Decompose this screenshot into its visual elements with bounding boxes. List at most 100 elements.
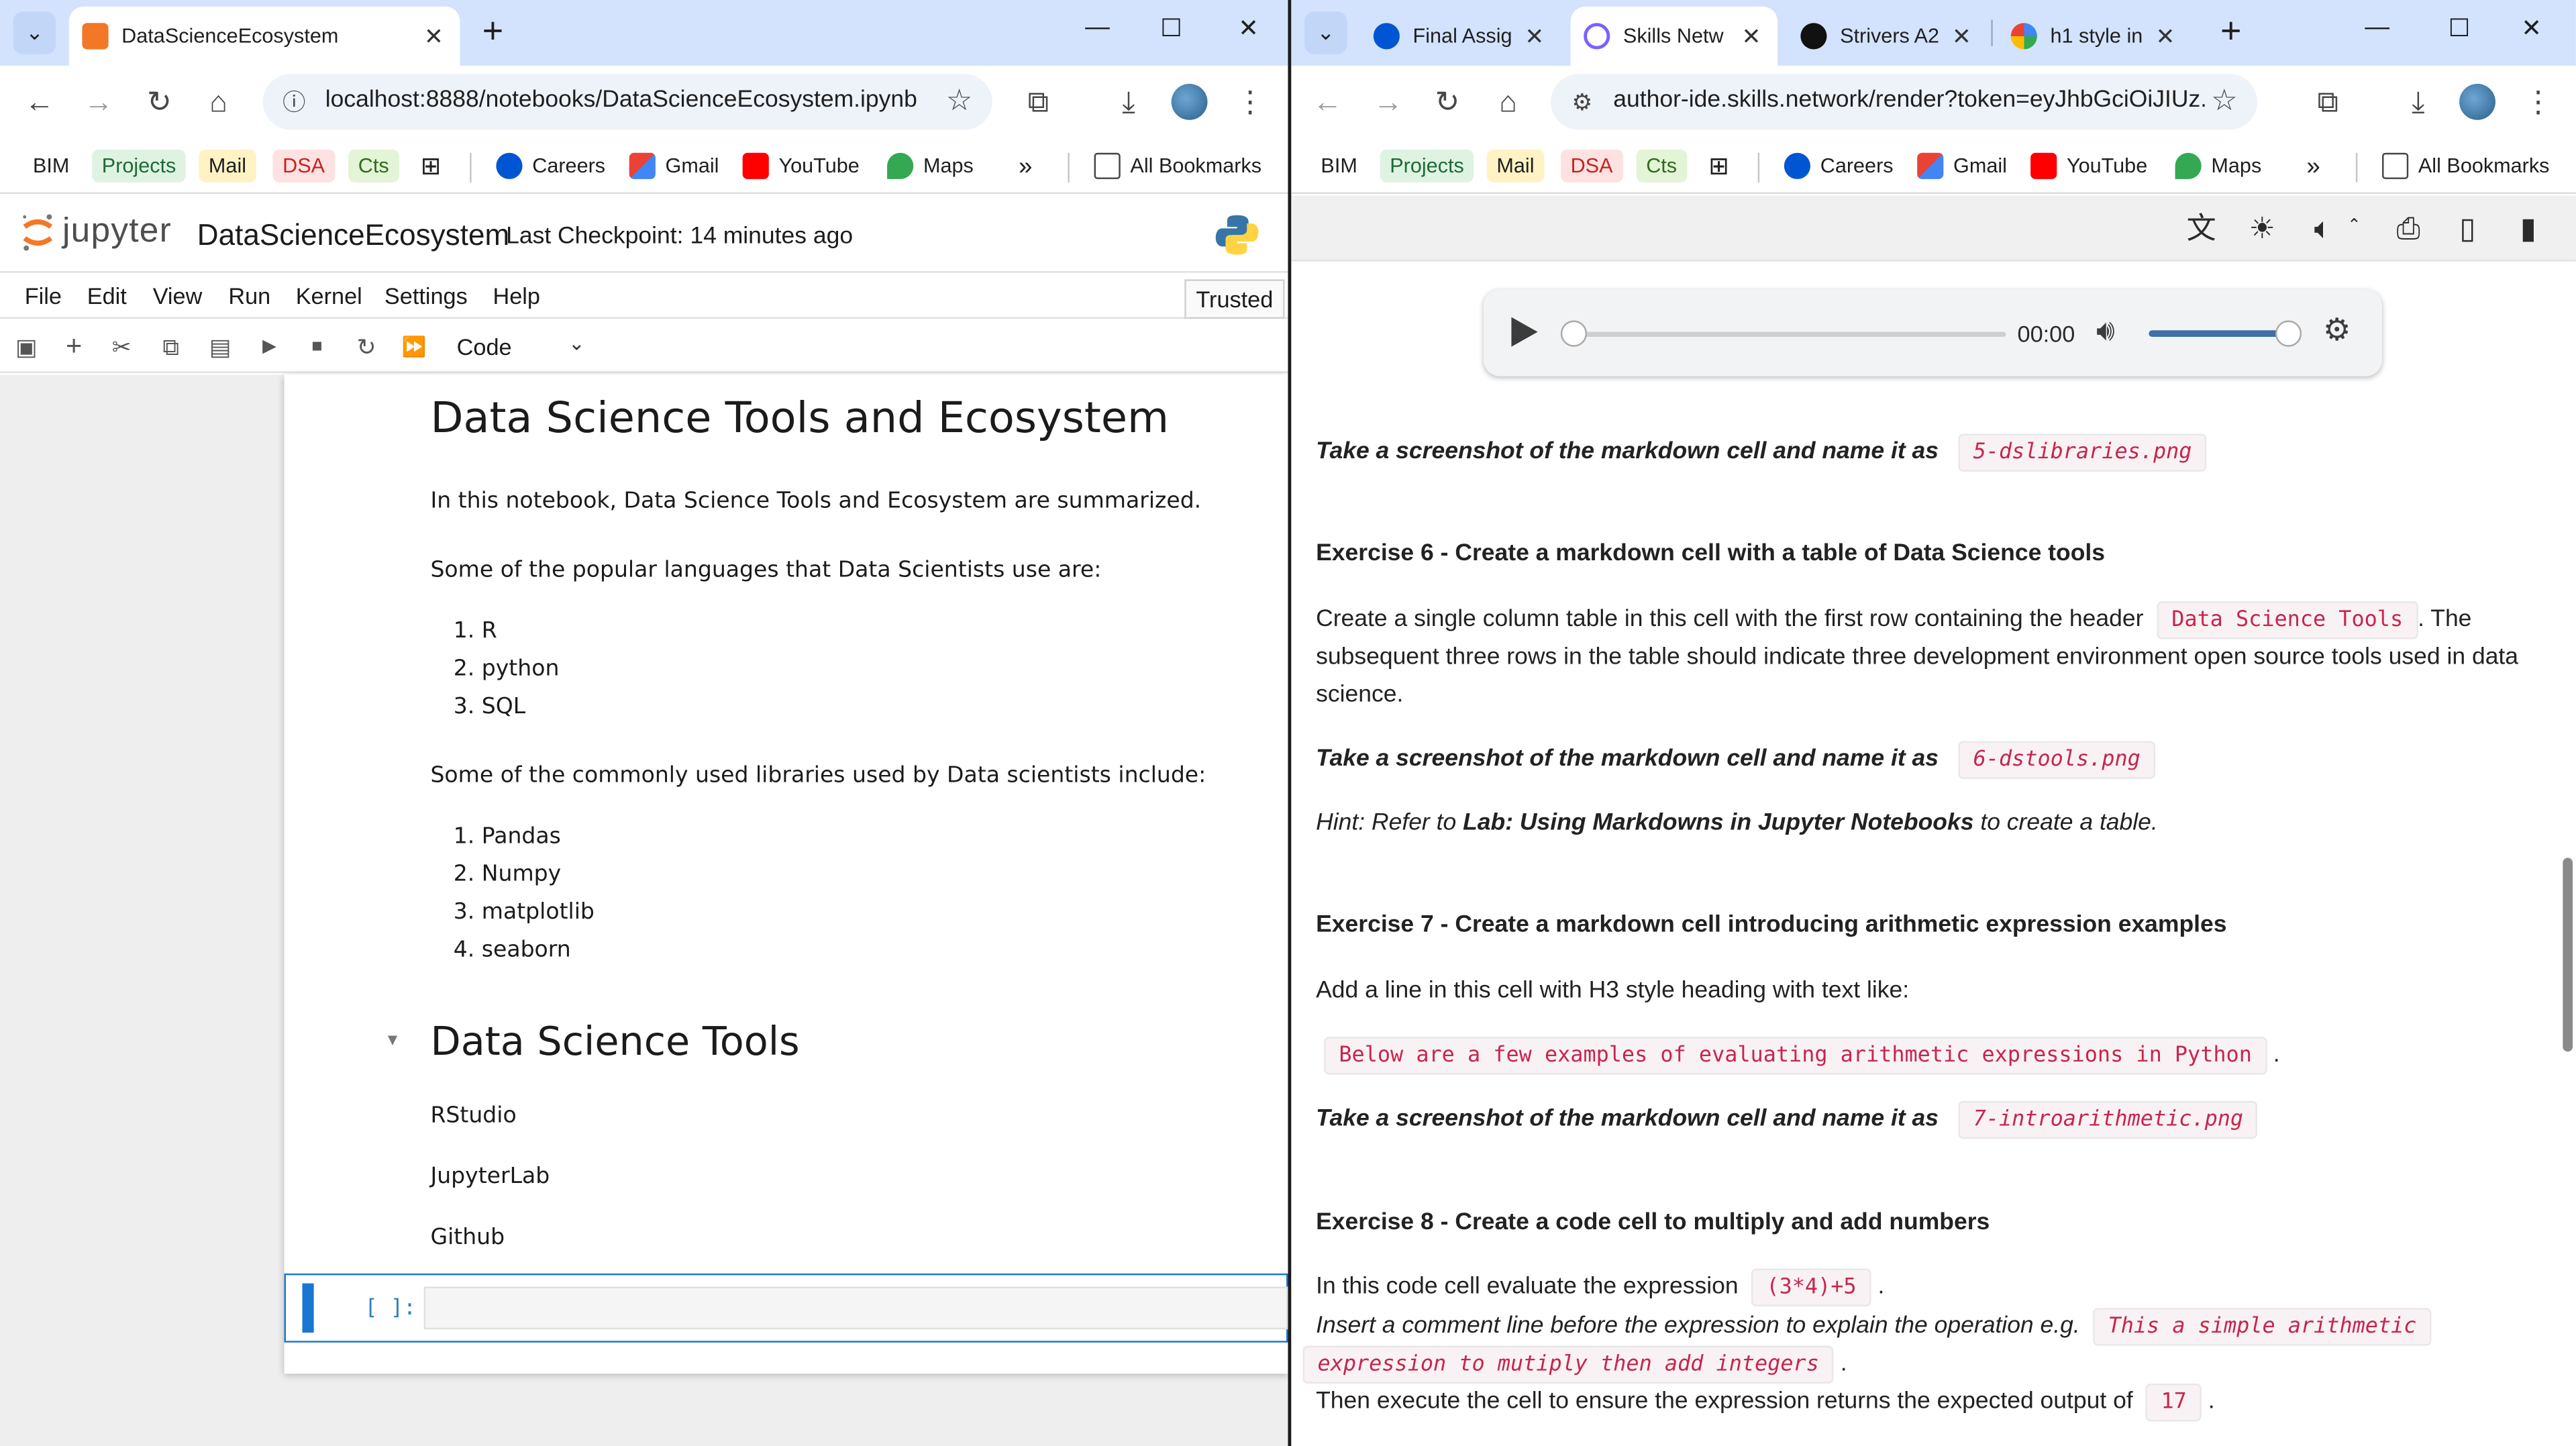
menu-file[interactable]: File xyxy=(25,282,62,309)
bookmark-all-bookmarks[interactable]: All Bookmarks xyxy=(2382,150,2549,183)
bookmark-bim[interactable]: BIM xyxy=(1321,150,1357,183)
volume-slider[interactable] xyxy=(2149,330,2289,338)
bookmark-projects[interactable]: Projects xyxy=(92,149,187,183)
copy-icon[interactable]: ⧉ xyxy=(156,332,186,362)
run-icon[interactable]: ▶ xyxy=(254,332,284,362)
extensions-icon[interactable]: ⧉ xyxy=(2308,82,2348,121)
restart-icon[interactable]: ↻ xyxy=(352,332,381,362)
home-icon[interactable]: ⌂ xyxy=(199,82,238,121)
more-bookmarks-icon[interactable]: » xyxy=(2306,150,2320,183)
chevron-up-icon[interactable]: ⌃ xyxy=(2336,209,2372,245)
menu-edit[interactable]: Edit xyxy=(87,282,127,309)
menu-settings[interactable]: Settings xyxy=(384,282,468,309)
maximize-button[interactable]: ☐ xyxy=(2434,13,2483,43)
bookmark-all-bookmarks[interactable]: All Bookmarks xyxy=(1094,150,1261,183)
add-cell-icon[interactable]: + xyxy=(59,331,89,362)
bookmark-mail[interactable]: Mail xyxy=(199,149,256,183)
close-window-button[interactable]: ✕ xyxy=(2507,13,2556,43)
bookmark-gmail[interactable]: Gmail xyxy=(1917,150,2007,183)
home-icon[interactable]: ⌂ xyxy=(1488,82,1528,121)
close-tab-icon[interactable]: ✕ xyxy=(1521,22,1547,50)
menu-help[interactable]: Help xyxy=(493,282,540,309)
extensions-icon[interactable]: ⧉ xyxy=(1019,82,1058,121)
add-document-icon[interactable]: ▯ xyxy=(2449,210,2485,246)
bookmark-cts[interactable]: Cts xyxy=(348,149,399,183)
translate-icon[interactable]: 文 xyxy=(2183,210,2220,246)
new-tab-button[interactable]: + xyxy=(2208,10,2255,56)
forward-icon[interactable]: → xyxy=(79,82,119,121)
tab-skills-network[interactable]: Skills Netw ✕ xyxy=(1570,6,1778,66)
minimize-button[interactable]: — xyxy=(2353,13,2402,42)
menu-run[interactable]: Run xyxy=(228,282,270,309)
tab-strivers[interactable]: Strivers A2 ✕ xyxy=(1788,7,1988,66)
notebook-title[interactable]: DataScienceEcosystem xyxy=(197,219,509,253)
tab-search-button[interactable]: ⌄ xyxy=(13,11,56,54)
audio-progress-thumb[interactable] xyxy=(1560,320,1588,347)
document-icon[interactable]: ▮ xyxy=(2510,210,2546,246)
page-scrollbar[interactable] xyxy=(2563,395,2573,1052)
profile-avatar[interactable] xyxy=(1171,83,1208,120)
bookmark-star-icon[interactable]: ☆ xyxy=(2211,84,2238,118)
tab-final-assignment[interactable]: Final Assig ✕ xyxy=(1360,7,1561,66)
profile-avatar[interactable] xyxy=(2459,83,2495,120)
bookmark-dsa[interactable]: DSA xyxy=(1560,149,1623,183)
tab-data-science-ecosystem[interactable]: DataScienceEcosystem ✕ xyxy=(68,6,460,66)
scrollbar-thumb[interactable] xyxy=(2563,858,2573,1052)
apps-grid-icon[interactable]: ⊞ xyxy=(421,150,442,183)
active-code-cell[interactable]: [ ]: xyxy=(284,1273,1288,1343)
reload-icon[interactable]: ↻ xyxy=(1428,82,1467,121)
print-icon[interactable]: ⎙ xyxy=(2390,210,2426,246)
close-tab-icon[interactable]: ✕ xyxy=(1949,22,1975,50)
bookmark-gmail[interactable]: Gmail xyxy=(629,150,719,183)
forward-icon[interactable]: → xyxy=(1368,82,1408,121)
bookmark-bim[interactable]: BIM xyxy=(33,150,69,183)
menu-view[interactable]: View xyxy=(153,282,203,309)
volume-thumb[interactable] xyxy=(2275,320,2302,347)
menu-kernel[interactable]: Kernel xyxy=(296,282,362,309)
site-settings-icon[interactable]: ⚙ xyxy=(1567,87,1597,117)
cell-type-dropdown[interactable]: Code ⌄ xyxy=(447,332,591,365)
apps-grid-icon[interactable]: ⊞ xyxy=(1708,150,1729,183)
stop-icon[interactable]: ■ xyxy=(302,332,331,362)
minimize-button[interactable]: — xyxy=(1073,13,1122,42)
bookmark-youtube[interactable]: YouTube xyxy=(742,150,860,183)
gear-icon[interactable]: ⚙ xyxy=(2323,312,2351,350)
address-bar[interactable]: ⚙ author-ide.skills.network/render?token… xyxy=(1551,74,2257,130)
play-icon[interactable] xyxy=(1511,317,1538,347)
paste-icon[interactable]: ▤ xyxy=(205,332,235,362)
code-editor-input[interactable] xyxy=(423,1286,1288,1330)
new-tab-button[interactable]: + xyxy=(470,10,516,56)
collapse-heading-icon[interactable]: ▼ xyxy=(384,1032,401,1050)
close-tab-icon[interactable]: ✕ xyxy=(421,22,447,50)
back-icon[interactable]: ← xyxy=(19,82,59,121)
theme-brightness-icon[interactable]: ☀ xyxy=(2244,210,2280,246)
more-bookmarks-icon[interactable]: » xyxy=(1019,150,1032,183)
download-icon[interactable]: ⤓ xyxy=(2399,82,2438,121)
jupyter-logo[interactable]: jupyter xyxy=(19,210,172,253)
tab-search-button[interactable]: ⌄ xyxy=(1304,11,1347,54)
fast-forward-icon[interactable]: ⏩ xyxy=(399,332,429,362)
trusted-indicator[interactable]: Trusted xyxy=(1184,279,1285,319)
bookmark-maps[interactable]: Maps xyxy=(887,150,974,183)
info-icon[interactable]: ⓘ xyxy=(279,87,309,117)
download-icon[interactable]: ⤓ xyxy=(1109,82,1149,121)
reload-icon[interactable]: ↻ xyxy=(140,82,179,121)
volume-icon[interactable]: 🔊︎ xyxy=(2096,314,2115,348)
kebab-menu-icon[interactable]: ⋮ xyxy=(2518,82,2558,121)
bookmark-careers[interactable]: Careers xyxy=(496,150,605,183)
bookmark-maps[interactable]: Maps xyxy=(2175,150,2261,183)
close-window-button[interactable]: ✕ xyxy=(1224,13,1273,43)
close-tab-icon[interactable]: ✕ xyxy=(1738,22,1764,50)
bookmark-careers[interactable]: Careers xyxy=(1784,150,1894,183)
tab-h1-style[interactable]: h1 style in ✕ xyxy=(1998,7,2192,66)
maximize-button[interactable]: ☐ xyxy=(1147,13,1196,43)
bookmark-star-icon[interactable]: ☆ xyxy=(946,84,973,118)
save-icon[interactable]: ▣ xyxy=(11,332,41,362)
address-bar[interactable]: ⓘ localhost:8888/notebooks/DataScienceEc… xyxy=(262,74,992,130)
bookmark-cts[interactable]: Cts xyxy=(1636,149,1687,183)
bookmark-dsa[interactable]: DSA xyxy=(272,149,335,183)
bookmark-youtube[interactable]: YouTube xyxy=(2030,150,2147,183)
cut-icon[interactable]: ✂ xyxy=(107,332,136,362)
close-tab-icon[interactable]: ✕ xyxy=(2152,22,2178,50)
bookmark-mail[interactable]: Mail xyxy=(1486,149,1545,183)
